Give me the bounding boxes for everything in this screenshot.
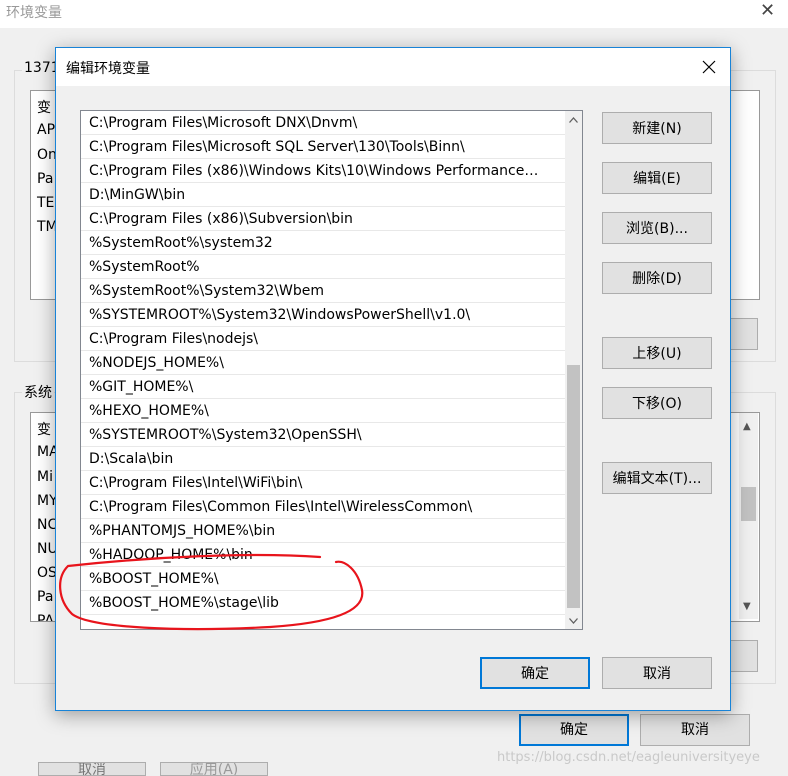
cancel-button[interactable]: 取消	[602, 657, 712, 689]
parent-apply-button[interactable]: 应用(A)	[160, 762, 268, 776]
path-list-item[interactable]: C:\Program Files\Common Files\Intel\Wire…	[81, 495, 565, 519]
delete-button[interactable]: 删除(D)	[602, 262, 712, 294]
system-var-item[interactable]: Mi	[37, 469, 53, 485]
scroll-down-icon[interactable]: ▼	[743, 601, 751, 612]
dialog-titlebar: 编辑环境变量	[56, 48, 730, 86]
system-scroll-thumb[interactable]	[741, 487, 756, 521]
path-list-item[interactable]: %SystemRoot%	[81, 255, 565, 279]
move-down-button[interactable]: 下移(O)	[602, 387, 712, 419]
path-list-item[interactable]: %HADOOP_HOME%\bin	[81, 543, 565, 567]
scroll-up-icon[interactable]: ▲	[743, 421, 751, 432]
path-list-item[interactable]: %GIT_HOME%\	[81, 375, 565, 399]
system-variables-label: 系统	[22, 382, 54, 402]
path-list-item[interactable]: C:\Program Files\Microsoft DNX\Dnvm\	[81, 111, 565, 135]
path-list-item[interactable]: %NODEJS_HOME%\	[81, 351, 565, 375]
edit-button[interactable]: 编辑(E)	[602, 162, 712, 194]
background-titlebar: 环境变量 ✕	[0, 0, 788, 28]
user-var-button-partial[interactable]	[730, 318, 758, 350]
path-list-item[interactable]: %BOOST_HOME%\stage\lib	[81, 591, 565, 615]
path-list-item[interactable]: C:\Program Files\Intel\WiFi\bin\	[81, 471, 565, 495]
path-list-item[interactable]: %BOOST_HOME%\	[81, 567, 565, 591]
path-list-item[interactable]: %SystemRoot%\System32\Wbem	[81, 279, 565, 303]
system-var-header: 变	[37, 422, 51, 438]
background-ok-button[interactable]: 确定	[519, 714, 629, 746]
user-var-header: 变	[37, 100, 51, 116]
user-var-item[interactable]: TE	[37, 195, 54, 211]
path-list-item[interactable]: C:\Program Files (x86)\Subversion\bin	[81, 207, 565, 231]
system-var-button-partial[interactable]	[730, 640, 758, 672]
path-list-item[interactable]: C:\Program Files (x86)\Windows Kits\10\W…	[81, 159, 565, 183]
path-list-item[interactable]: %SYSTEMROOT%\System32\OpenSSH\	[81, 423, 565, 447]
new-button[interactable]: 新建(N)	[602, 112, 712, 144]
scroll-down-icon[interactable]	[565, 612, 582, 629]
path-list-item[interactable]: %HEXO_HOME%\	[81, 399, 565, 423]
edit-env-variable-dialog: 编辑环境变量 C:\Program Files\Microsoft DNX\Dn…	[55, 47, 731, 711]
path-list-item[interactable]: C:\Program Files\nodejs\	[81, 327, 565, 351]
user-var-item[interactable]: On	[37, 147, 57, 163]
path-list-item[interactable]: D:\MinGW\bin	[81, 183, 565, 207]
scroll-thumb[interactable]	[567, 365, 580, 608]
path-list-item[interactable]: %PHANTOMJS_HOME%\bin	[81, 519, 565, 543]
close-icon[interactable]	[694, 52, 724, 82]
scroll-up-icon[interactable]	[565, 111, 582, 128]
background-window-title: 环境变量	[6, 5, 62, 21]
background-close-icon[interactable]: ✕	[760, 0, 775, 21]
edit-text-button[interactable]: 编辑文本(T)...	[602, 462, 712, 494]
dialog-title: 编辑环境变量	[66, 61, 150, 77]
user-var-item[interactable]: AP	[37, 122, 55, 138]
background-cancel-button[interactable]: 取消	[640, 714, 750, 746]
system-var-item[interactable]: PA	[37, 613, 54, 621]
system-var-item[interactable]: OS	[37, 565, 57, 581]
path-list[interactable]: C:\Program Files\Microsoft DNX\Dnvm\ C:\…	[80, 110, 583, 630]
watermark: https://blog.csdn.net/eagleuniversityeye	[497, 750, 760, 765]
move-up-button[interactable]: 上移(U)	[602, 337, 712, 369]
ok-button[interactable]: 确定	[480, 657, 590, 689]
path-list-scrollbar[interactable]	[565, 111, 582, 629]
path-list-item[interactable]: %SystemRoot%\system32	[81, 231, 565, 255]
browse-button[interactable]: 浏览(B)...	[602, 212, 712, 244]
system-list-scrollbar[interactable]: ▲ ▼	[739, 413, 758, 619]
path-list-item[interactable]: %SYSTEMROOT%\System32\WindowsPowerShell\…	[81, 303, 565, 327]
parent-cancel-button[interactable]: 取消	[38, 762, 146, 776]
path-list-item[interactable]: D:\Scala\bin	[81, 447, 565, 471]
path-list-item[interactable]: C:\Program Files\Microsoft SQL Server\13…	[81, 135, 565, 159]
user-var-item[interactable]: Pa	[37, 171, 53, 187]
system-var-item[interactable]: Pa	[37, 589, 53, 605]
